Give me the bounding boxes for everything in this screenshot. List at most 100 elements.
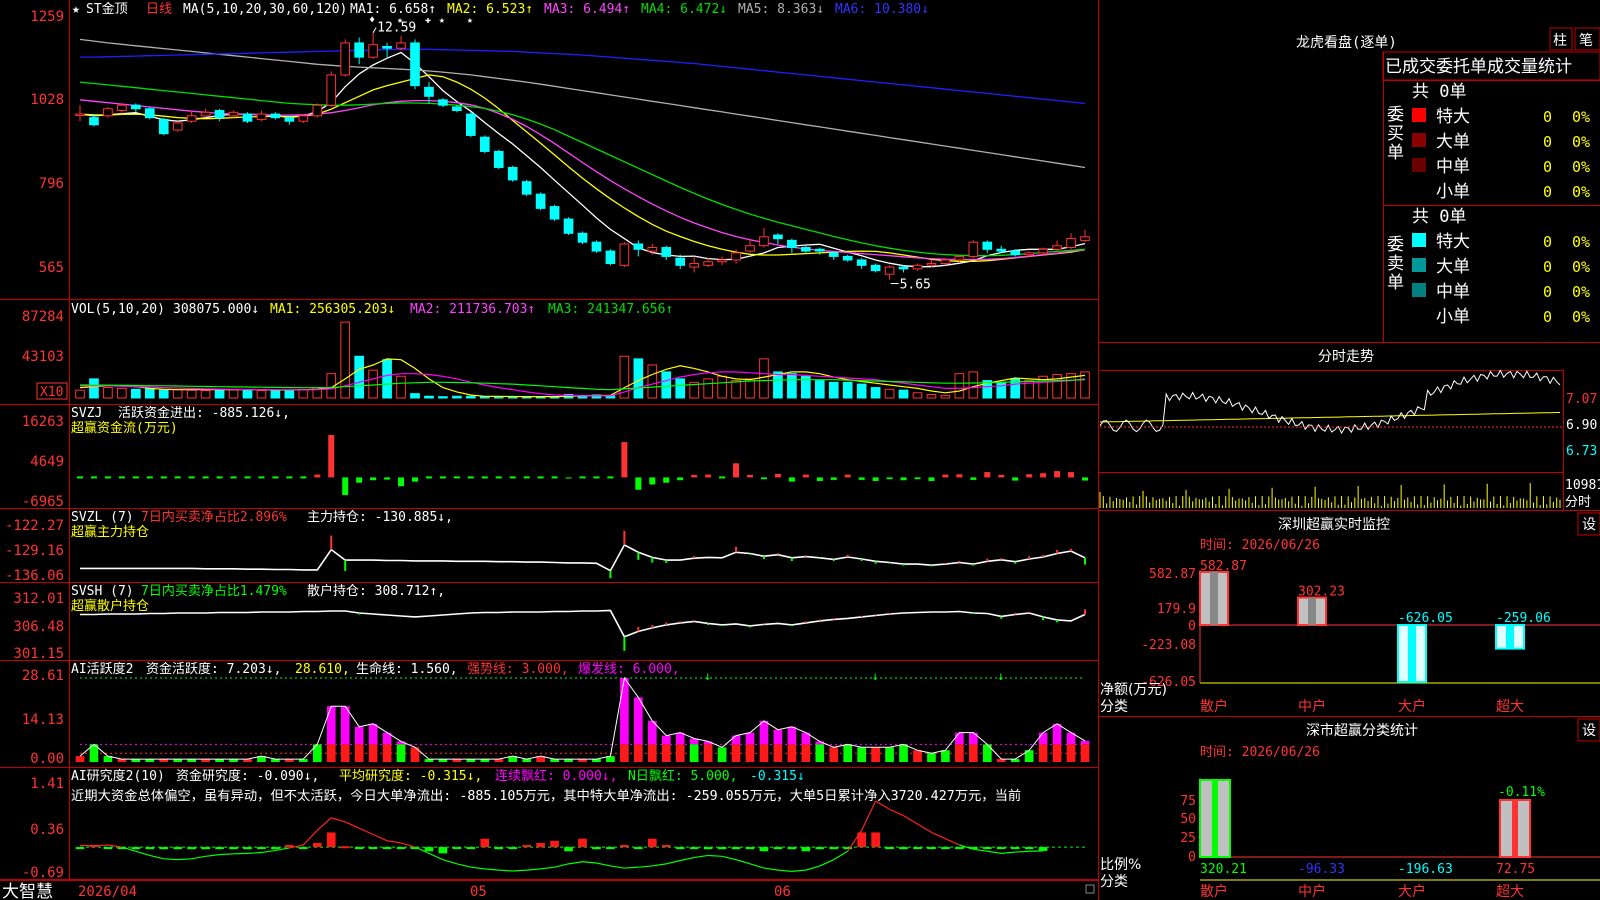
activity-bar (955, 744, 964, 762)
retail-holding-line (80, 609, 1086, 638)
ma1-value: MA1: 6.658↑ (350, 2, 436, 17)
intraday-vol-tick: 10981 (1565, 478, 1600, 493)
classify-ylabel: 比例% (1100, 857, 1141, 873)
fund-flow-bar (412, 477, 418, 482)
research-bar (899, 847, 908, 850)
classify-category: 大户 (1398, 883, 1426, 900)
svsh-plot[interactable] (80, 609, 1086, 651)
activity-bar (815, 744, 825, 762)
research-line-segment (833, 850, 849, 861)
research-line-segment (400, 842, 416, 848)
ma-set: MA(5,10,20,30,60,120) (183, 2, 347, 17)
volume-bar (675, 378, 686, 399)
fund-flow-zero-tick (286, 476, 293, 479)
volume-plot[interactable] (75, 321, 1090, 399)
ai1-header: AI活跃度2 资金活跃度: 7.203↓, 28.610, 生命线: 1.560… (71, 661, 680, 677)
ai1-axis: 28.61 14.13 0.00 (22, 668, 64, 767)
fund-flow-zero-tick (439, 476, 446, 479)
research-bar (731, 847, 741, 850)
svsh-ratio: 7日内买卖净占比1.479% (141, 583, 287, 599)
research-line-segment (680, 856, 695, 862)
svzj-plot[interactable] (77, 435, 1088, 496)
svzj-title: 超赢资金流(万元) (71, 420, 178, 436)
fund-flow-bar (1026, 474, 1033, 478)
volume-bar (410, 393, 420, 399)
tab-volume-stats[interactable]: 成交量统计 (1487, 57, 1572, 77)
sell-row-name: 小单 (1436, 307, 1470, 327)
svzl-tick: -129.16 (5, 543, 64, 559)
ai1-active: 资金活跃度: 7.203↓, (146, 661, 281, 677)
fund-flow-bar (872, 477, 879, 481)
signal-arrow-icon: ↓ (704, 669, 711, 683)
buy-row-pct: 0% (1572, 133, 1590, 151)
research-bar (871, 832, 880, 848)
tab-orders[interactable]: 委托单 (1436, 57, 1487, 77)
research-line-segment (777, 869, 792, 872)
candle-body (424, 86, 434, 97)
activity-bar (871, 747, 880, 762)
research-line-segment (470, 866, 485, 870)
research-line-segment (735, 859, 751, 865)
tab-executed[interactable]: 已成交 (1385, 57, 1436, 77)
date-start: 2026/04 (78, 884, 137, 900)
sell-row-name: 特大 (1436, 232, 1470, 252)
monitor-axis: 582.87 179.9 0 -223.08 -626.05 (1141, 567, 1196, 690)
activity-bar (941, 750, 950, 762)
research-bar (829, 847, 839, 850)
volume-bar (103, 387, 113, 399)
chart-canvas[interactable]: ★ ST金顶 日线 MA(5,10,20,30,60,120) MA1: 6.6… (0, 0, 1600, 900)
period-label[interactable]: 日线 (146, 2, 172, 17)
activity-bar-high (759, 720, 769, 745)
volume-bar (759, 358, 769, 399)
volume-bar (996, 381, 1007, 399)
candle-body (158, 118, 169, 135)
fund-flow-bar (677, 477, 684, 481)
activity-bar (326, 744, 336, 762)
fund-flow-bar (816, 477, 823, 481)
monitor-category: 大户 (1398, 698, 1426, 715)
research-line-segment (163, 858, 178, 861)
research-line-segment (666, 859, 681, 865)
ai1-tick: 0.00 (30, 751, 64, 767)
candle-body (521, 181, 532, 195)
svzl-plot[interactable] (80, 530, 1086, 579)
candle-body (731, 252, 741, 261)
favorite-star-icon[interactable]: ★ (72, 2, 80, 17)
research-line-segment (135, 850, 150, 857)
research-bar (661, 844, 671, 848)
research-bar (1024, 847, 1034, 850)
svzj-axis: 16263 4649 -6965 (22, 414, 64, 510)
candle-body (535, 193, 546, 209)
panel-frames (0, 0, 1600, 900)
intraday-plot[interactable] (1099, 369, 1563, 508)
svzl-axis: -122.27 -129.16 -136.06 (5, 518, 64, 584)
sell-row-count: 0 (1543, 233, 1552, 251)
ai-activity-plot[interactable]: ↓ ↓ ↓ (75, 669, 1090, 762)
activity-bar-high (354, 726, 364, 745)
candle-body (591, 241, 602, 252)
fund-flow-zero-tick (453, 476, 460, 479)
volume-bar (424, 395, 434, 399)
classify-bar-chart[interactable]: -0.11% 320.21 散户 -96.33 中户 -196.63 大户 72.75 超大 (1199, 778, 1600, 900)
volume-bar (117, 387, 127, 399)
candle-body (103, 108, 113, 117)
buy-row-swatch (1412, 158, 1426, 172)
sell-total: 共 0单 (1412, 207, 1466, 227)
research-bar (312, 842, 322, 848)
ai1-lifeline: 生命线: 1.560, (356, 661, 458, 677)
signal-marker: ★ (439, 15, 445, 26)
activity-bar (759, 744, 769, 762)
buy-row-pct: 0% (1572, 183, 1590, 201)
fund-flow-bar (565, 477, 572, 479)
volume-bar (773, 371, 783, 399)
volume-bar (382, 359, 392, 399)
monitor-bar-chart[interactable]: 582.87 散户 302.23 中户 -626.05 大户 -259.06 超大 (1199, 559, 1600, 715)
volume-bar (954, 373, 965, 399)
candle-body (703, 261, 713, 266)
ai2-tick: 0.36 (30, 822, 64, 838)
fund-flow-bar (747, 474, 753, 478)
ai-research-plot[interactable] (75, 800, 1085, 872)
candlestick-plot[interactable]: ♦ ★ ✚ ★ ★ (75, 15, 1090, 285)
dragon-title: 龙虎看盘(逐单) (1296, 34, 1397, 51)
fund-flow-bar (356, 477, 363, 483)
